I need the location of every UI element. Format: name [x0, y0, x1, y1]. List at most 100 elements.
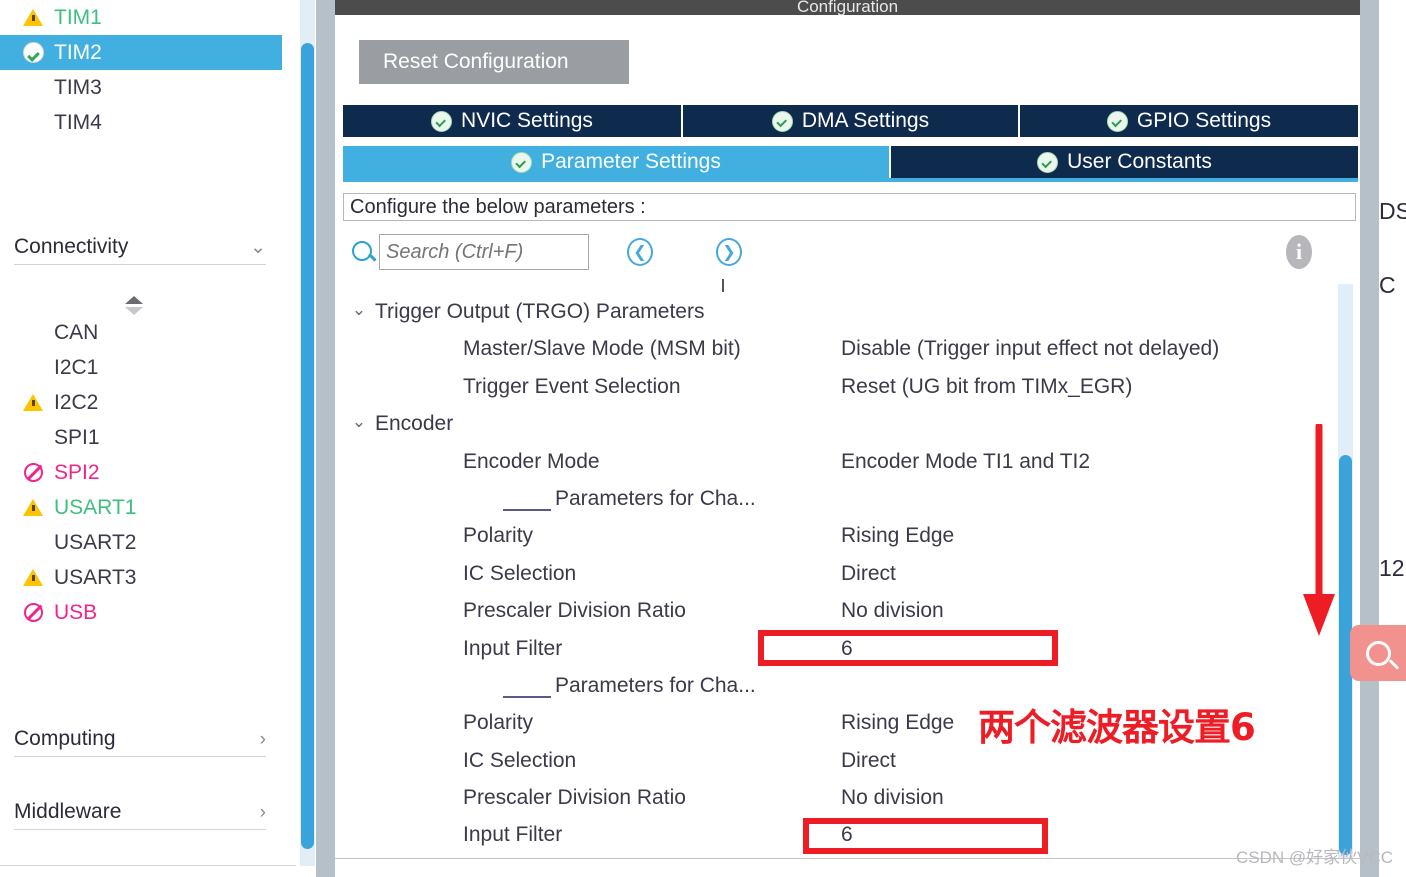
watermark-text: CSDN @好家伙VCC — [1236, 848, 1394, 867]
info-icon[interactable]: i — [1286, 235, 1312, 269]
param-row[interactable]: Trigger Event Selection Reset (UG bit fr… — [343, 371, 1333, 408]
check-circle-icon — [1106, 110, 1128, 132]
sidebar-item-tim4[interactable]: TIM4 — [0, 105, 282, 140]
param-name: Encoder Mode — [463, 449, 600, 473]
chevron-right-circle-icon[interactable]: ❯ — [716, 238, 742, 266]
tab-dma-settings[interactable]: DMA Settings — [683, 105, 1020, 137]
param-name: IC Selection — [463, 748, 577, 772]
settings-tab-row-primary: NVIC Settings DMA Settings GPIO Settings — [343, 105, 1358, 137]
subgroup-underscore — [503, 695, 551, 698]
configuration-title: Configuration — [335, 0, 1360, 15]
sidebar-group-label: Connectivity — [14, 235, 129, 258]
down-arrow-icon — [1303, 424, 1335, 636]
sidebar-item-tim3[interactable]: TIM3 — [0, 70, 282, 105]
configure-parameters-banner: Configure the below parameters : — [343, 193, 1356, 221]
sidebar-group-middleware[interactable]: Middleware › — [14, 795, 266, 830]
tab-gpio-settings[interactable]: GPIO Settings — [1020, 105, 1358, 137]
magnifier-floating-button[interactable] — [1350, 625, 1406, 681]
param-row[interactable]: IC Selection Direct — [343, 558, 1333, 595]
check-circle-icon — [1037, 151, 1059, 173]
no-entry-icon — [22, 602, 44, 624]
magnifier-icon — [352, 241, 372, 261]
annotation-note: 两个滤波器设置6 — [978, 706, 1256, 749]
param-group-label: Encoder — [375, 412, 454, 436]
sidebar-item-usart3[interactable]: USART3 — [0, 560, 282, 595]
sidebar-item-usart2[interactable]: USART2 — [0, 525, 282, 560]
param-name: Polarity — [463, 524, 534, 548]
param-row[interactable]: Master/Slave Mode (MSM bit) Disable (Tri… — [343, 333, 1333, 370]
param-row[interactable]: Prescaler Division Ratio No division — [343, 782, 1333, 819]
chevron-left-circle-icon[interactable]: ❮ — [627, 238, 653, 266]
tab-user-constants[interactable]: User Constants — [891, 146, 1358, 178]
param-value[interactable]: Reset (UG bit from TIMx_EGR) — [841, 375, 1132, 399]
param-name: Polarity — [463, 711, 534, 735]
param-row[interactable]: Polarity Rising Edge — [343, 520, 1333, 557]
param-group-label: Trigger Output (TRGO) Parameters — [375, 300, 705, 323]
param-group-row[interactable]: ⌄ Trigger Output (TRGO) Parameters — [343, 296, 1333, 333]
sidebar-group-computing[interactable]: Computing › — [14, 722, 266, 757]
param-value[interactable]: No division — [841, 786, 944, 810]
sidebar-item-tim1[interactable]: TIM1 — [0, 0, 282, 35]
param-value[interactable]: Encoder Mode TI1 and TI2 — [841, 450, 1090, 474]
param-name: Master/Slave Mode (MSM bit) — [463, 337, 741, 361]
param-value[interactable]: 6 — [841, 823, 853, 847]
parameter-search-row: ❮ ❯ i — [343, 232, 1356, 276]
sidebar-group-label: Computing — [14, 727, 116, 750]
tab-parameter-settings[interactable]: Parameter Settings — [343, 146, 891, 178]
right-edge-panel: DS C 12 12 — [1379, 0, 1406, 877]
sidebar-item-i2c1[interactable]: I2C1 — [0, 350, 282, 385]
param-name: Prescaler Division Ratio — [463, 786, 686, 810]
sidebar-item-label: USART3 — [54, 565, 137, 589]
sidebar-item-label: USB — [54, 600, 98, 624]
param-value[interactable]: Rising Edge — [841, 711, 954, 735]
param-value[interactable]: Direct — [841, 562, 896, 586]
param-name: Trigger Event Selection — [463, 374, 681, 398]
chevron-down-icon[interactable]: ⌄ — [351, 301, 367, 318]
tab-label: User Constants — [1067, 150, 1212, 173]
sidebar-item-usb[interactable]: USB — [0, 595, 282, 630]
connectivity-peripheral-list: CAN I2C1 I2C2 SPI1 SPI2 USART1 USART2 US… — [0, 315, 282, 630]
param-row-input-filter-ch1[interactable]: Input Filter 6 — [343, 633, 1333, 670]
chevron-down-icon[interactable]: ⌄ — [351, 413, 367, 430]
sidebar-item-spi2[interactable]: SPI2 — [0, 455, 282, 490]
param-value[interactable]: Rising Edge — [841, 524, 954, 548]
chevron-right-icon: › — [259, 728, 266, 750]
reset-configuration-button[interactable]: Reset Configuration — [359, 40, 629, 84]
param-name: Input Filter — [463, 636, 563, 660]
sidebar-item-label: TIM4 — [54, 110, 102, 134]
param-value[interactable]: Disable (Trigger input effect not delaye… — [841, 337, 1219, 361]
sidebar-item-can[interactable]: CAN — [0, 315, 282, 350]
tab-nvic-settings[interactable]: NVIC Settings — [343, 105, 683, 137]
sidebar-item-i2c2[interactable]: I2C2 — [0, 385, 282, 420]
sidebar-item-usart1[interactable]: USART1 — [0, 490, 282, 525]
sidebar-group-connectivity[interactable]: Connectivity ⌄ — [14, 230, 266, 265]
edge-text-fragment: 12 — [1379, 555, 1405, 581]
chevron-right-icon: › — [259, 801, 266, 823]
check-circle-icon — [771, 110, 793, 132]
tab-label: Parameter Settings — [541, 150, 721, 173]
tab-label: GPIO Settings — [1136, 109, 1272, 132]
param-value[interactable]: No division — [841, 599, 944, 623]
sidebar-item-label: CAN — [54, 320, 99, 344]
param-row-input-filter-ch2[interactable]: Input Filter 6 — [343, 819, 1333, 856]
param-group-row[interactable]: ⌄ Encoder — [343, 408, 1333, 445]
sidebar-item-spi1[interactable]: SPI1 — [0, 420, 282, 455]
param-subgroup-label: Parameters for Cha... — [555, 486, 756, 510]
edge-text-fragment: DS — [1379, 198, 1406, 224]
param-value[interactable]: Direct — [841, 749, 896, 773]
sidebar-item-label: USART1 — [54, 495, 137, 519]
param-value[interactable]: 6 — [841, 637, 853, 661]
param-row[interactable]: Prescaler Division Ratio No division — [343, 595, 1333, 632]
sidebar-item-tim2[interactable]: TIM2 — [0, 35, 282, 70]
sidebar-item-label: USART2 — [54, 530, 137, 554]
sidebar-group-label: Middleware — [14, 800, 122, 823]
sidebar-item-label: SPI1 — [54, 425, 100, 449]
check-circle-icon — [431, 110, 453, 132]
param-row[interactable]: Encoder Mode Encoder Mode TI1 and TI2 — [343, 446, 1333, 483]
sidebar-item-label: TIM1 — [54, 5, 102, 29]
sidebar-scrollbar-thumb[interactable] — [301, 43, 314, 849]
panel-divider-right — [1360, 0, 1379, 877]
param-name: Input Filter — [463, 823, 563, 847]
subgroup-underscore — [503, 508, 551, 511]
search-input[interactable] — [379, 234, 589, 270]
